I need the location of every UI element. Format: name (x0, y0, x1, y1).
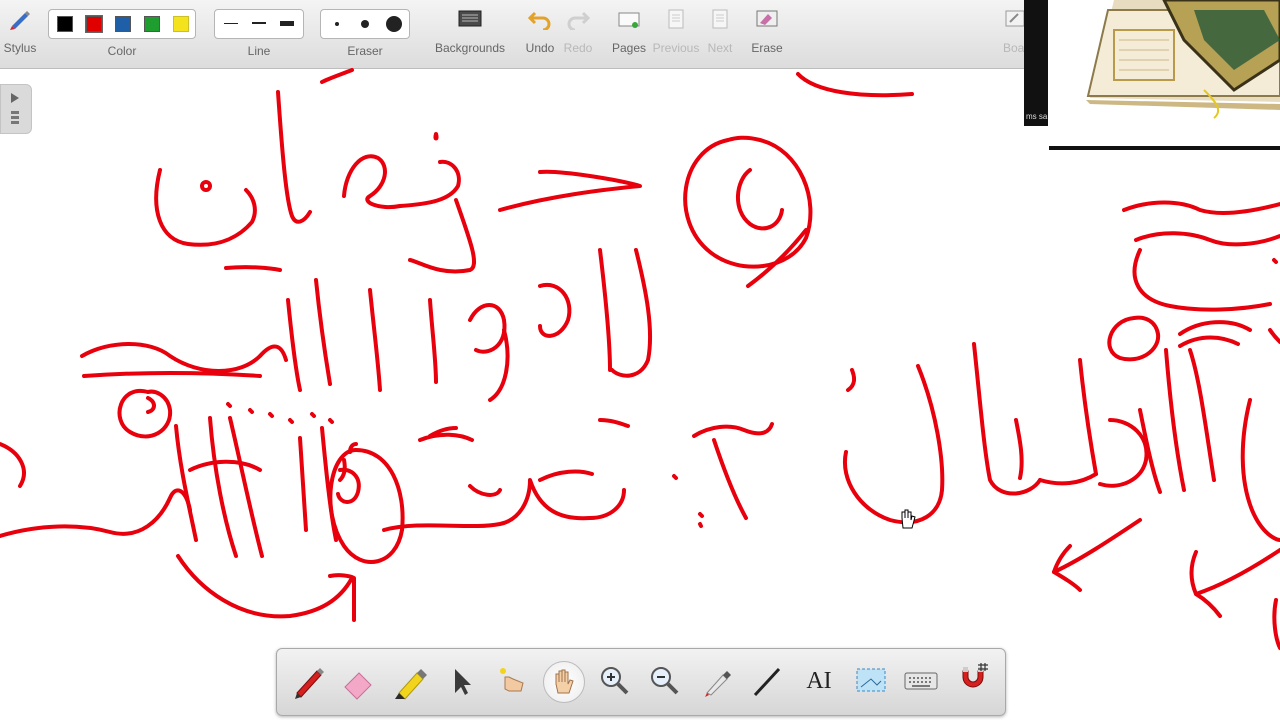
ink-stroke (1272, 598, 1280, 650)
highlighter-tool-icon[interactable] (391, 661, 431, 701)
eyedropper-icon[interactable] (697, 661, 737, 701)
ink-stroke (428, 298, 438, 384)
ink-stroke (735, 168, 784, 231)
ink-stroke (0, 488, 192, 538)
ink-stroke (368, 288, 382, 392)
ink-stroke (468, 484, 502, 497)
hand-pan-tool[interactable] (543, 661, 585, 703)
ink-stroke (320, 68, 354, 84)
ink-stroke (314, 278, 332, 386)
zoom-out-icon[interactable] (645, 661, 685, 701)
line-tool-icon[interactable] (747, 661, 787, 701)
ink-stroke (382, 478, 626, 532)
ink-stroke (1014, 418, 1024, 480)
keyboard-icon[interactable] (901, 661, 941, 701)
ink-stroke (328, 448, 405, 564)
ink-stroke (712, 438, 748, 520)
ink-stroke (796, 72, 914, 98)
ink-stroke (842, 364, 945, 525)
tool-palette: AI (276, 648, 1006, 716)
ink-stroke (1178, 335, 1240, 348)
ink-stroke (1122, 200, 1280, 215)
select-arrow-icon[interactable] (441, 661, 481, 701)
ink-stroke (226, 402, 334, 424)
ink-stroke (972, 342, 1042, 496)
magnet-icon[interactable] (953, 661, 993, 701)
ink-stroke (276, 90, 312, 224)
ink-stroke (598, 248, 612, 372)
hand-cursor-icon (901, 509, 916, 529)
screen-capture-icon[interactable] (851, 661, 891, 701)
ink-stroke (1098, 418, 1149, 488)
ink-stroke (174, 424, 198, 542)
ink-stroke (1138, 408, 1162, 494)
ink-stroke (80, 342, 288, 373)
eraser-tool-icon[interactable] (339, 661, 379, 701)
laser-pointer-icon[interactable] (491, 661, 531, 701)
ink-stroke (117, 388, 173, 439)
ink-stroke (0, 442, 26, 488)
ink-stroke (224, 265, 282, 272)
ink-stroke (208, 416, 238, 558)
ink-stroke (746, 228, 808, 288)
ink-stroke (1189, 550, 1198, 596)
ink-stroke (1132, 248, 1272, 312)
ink-stroke (1038, 472, 1098, 486)
ink-stroke (228, 416, 264, 558)
ink-stroke (398, 159, 461, 208)
text-tool-icon[interactable]: AI (799, 661, 839, 701)
ink-stroke (1178, 320, 1252, 336)
pen-tool-icon[interactable] (289, 661, 329, 701)
whiteboard-ink-layer[interactable] (0, 0, 1280, 720)
hand-pan-icon (555, 669, 574, 694)
ink-stroke (408, 198, 477, 274)
ink-stroke (672, 474, 704, 528)
ink-stroke (1052, 518, 1142, 592)
ink-stroke (200, 180, 212, 192)
ink-stroke (342, 154, 402, 209)
ink-stroke (1134, 231, 1280, 247)
ink-stroke (488, 328, 510, 402)
ink-stroke (1194, 548, 1280, 618)
ink-stroke (1188, 348, 1216, 482)
ink-stroke (298, 436, 308, 532)
ink-stroke (1164, 348, 1186, 492)
ink-stroke (1078, 358, 1098, 476)
ink-stroke (692, 422, 774, 438)
ink-stroke (188, 459, 262, 472)
ink-stroke (1268, 328, 1280, 344)
ink-stroke (598, 418, 630, 428)
ink-stroke (498, 169, 642, 212)
ink-stroke (176, 554, 354, 619)
ink-stroke (146, 396, 156, 414)
ink-stroke (538, 469, 594, 482)
ink-stroke (538, 282, 572, 338)
ink-stroke (1240, 398, 1280, 542)
ink-stroke (286, 298, 302, 392)
ink-stroke (846, 368, 857, 392)
ink-stroke (336, 467, 361, 504)
ink-stroke (468, 303, 507, 354)
ink-stroke (418, 426, 474, 442)
handwritten-strokes (0, 68, 1280, 650)
ink-stroke (433, 132, 439, 141)
ink-stroke (610, 248, 653, 378)
ink-stroke (1272, 258, 1278, 264)
ink-stroke (82, 371, 262, 378)
ink-stroke (1107, 315, 1161, 362)
zoom-in-icon[interactable] (595, 661, 635, 701)
